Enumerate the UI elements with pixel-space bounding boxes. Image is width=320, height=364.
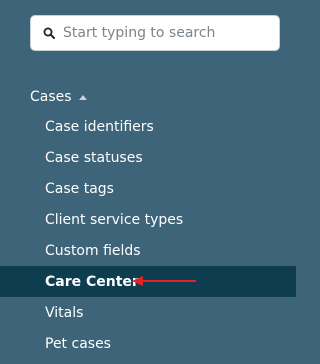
menu-item-label: Vitals — [45, 304, 84, 321]
cases-menu: Case identifiers Case statuses Case tags… — [0, 111, 296, 359]
search-input[interactable] — [63, 25, 279, 41]
menu-item-label: Client service types — [45, 211, 184, 228]
menu-item-label: Case statuses — [45, 149, 143, 166]
menu-item-pet-cases[interactable]: Pet cases — [0, 328, 296, 359]
menu-item-case-identifiers[interactable]: Case identifiers — [0, 111, 296, 142]
menu-item-care-center[interactable]: Care Center — [0, 266, 296, 297]
menu-item-label: Case tags — [45, 180, 114, 197]
search-icon — [43, 27, 55, 39]
menu-item-label: Pet cases — [45, 335, 111, 352]
menu-item-case-tags[interactable]: Case tags — [0, 173, 296, 204]
section-header-cases[interactable]: Cases — [30, 86, 87, 108]
search-box[interactable] — [30, 15, 280, 51]
red-arrow-icon — [132, 276, 196, 286]
menu-item-label: Care Center — [45, 273, 139, 290]
menu-item-client-service-types[interactable]: Client service types — [0, 204, 296, 235]
section-header-label: Cases — [30, 89, 72, 105]
menu-item-custom-fields[interactable]: Custom fields — [0, 235, 296, 266]
menu-item-case-statuses[interactable]: Case statuses — [0, 142, 296, 173]
menu-item-label: Custom fields — [45, 242, 141, 259]
caret-up-icon — [78, 95, 87, 100]
menu-item-vitals[interactable]: Vitals — [0, 297, 296, 328]
menu-item-label: Case identifiers — [45, 118, 154, 135]
